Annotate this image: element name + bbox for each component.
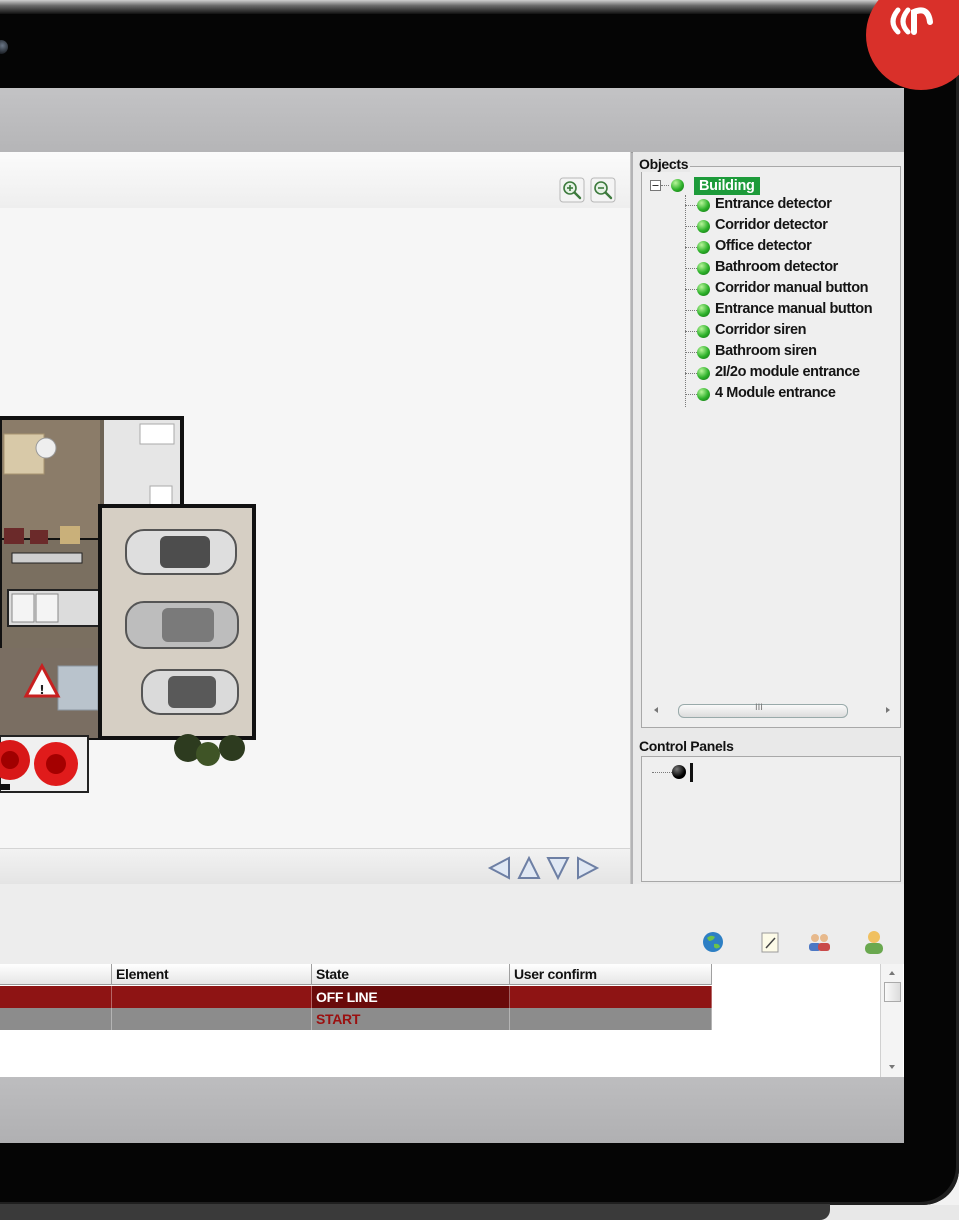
tree-item-4-module-entrance[interactable]: 4 Module entrance — [715, 385, 836, 401]
arrow-left-icon[interactable] — [487, 855, 513, 881]
map-navigation-bar — [0, 848, 630, 885]
status-ok-icon — [697, 325, 710, 338]
status-ok-icon — [697, 262, 710, 275]
tablet-bottom-edge — [0, 1204, 830, 1220]
table-cell-state: OFF LINE — [312, 986, 510, 1008]
control-panels-title: Control Panels — [637, 738, 736, 754]
objects-panel-title: Objects — [637, 156, 691, 172]
tree-item-bathroom-siren[interactable]: Bathroom siren — [715, 343, 817, 359]
tree-item-corridor-detector[interactable]: Corridor detector — [715, 217, 828, 233]
scrollbar-grip: III — [755, 703, 763, 713]
objects-horizontal-scrollbar[interactable]: III — [652, 701, 892, 719]
table-cell-element — [112, 1008, 312, 1030]
status-ok-icon — [697, 220, 710, 233]
status-ok-icon — [697, 346, 710, 359]
zoom-out-icon[interactable] — [590, 177, 616, 203]
table-header-user-confirm[interactable]: User confirm — [510, 964, 712, 985]
tree-connector — [661, 185, 669, 186]
table-row[interactable]: START — [0, 1008, 712, 1030]
zoom-in-icon[interactable] — [559, 177, 585, 203]
table-cell-element — [112, 986, 312, 1008]
table-header-element[interactable]: Element — [112, 964, 312, 985]
arrow-down-icon[interactable] — [545, 855, 571, 881]
status-ok-icon — [697, 283, 710, 296]
map-toolbar — [0, 152, 630, 209]
events-toolbar — [0, 884, 904, 964]
svg-text:!: ! — [39, 683, 44, 697]
status-ok-icon — [697, 388, 710, 401]
table-header-blank — [0, 964, 112, 985]
tree-item-corridor-manual-button[interactable]: Corridor manual button — [715, 280, 869, 296]
floor-plan-canvas[interactable]: ! — [0, 208, 630, 848]
table-header-state[interactable]: State — [312, 964, 510, 985]
events-vertical-scrollbar[interactable] — [880, 964, 903, 1077]
table-cell-state: START — [312, 1008, 510, 1030]
floor-plan-image: ! — [0, 416, 256, 793]
tree-item-office-detector[interactable]: Office detector — [715, 238, 812, 254]
status-ok-icon — [697, 199, 710, 212]
scroll-up-icon[interactable] — [888, 970, 896, 976]
map-view: ! — [0, 152, 631, 885]
status-ok-icon — [697, 367, 710, 380]
globe-icon[interactable] — [699, 928, 727, 956]
scroll-left-icon[interactable] — [652, 705, 660, 715]
status-ok-icon — [697, 241, 710, 254]
tree-item-2i2o-module-entrance[interactable]: 2I/2o module entrance — [715, 364, 860, 380]
tree-item-corridor-siren[interactable]: Corridor siren — [715, 322, 806, 338]
tree-item-entrance-manual-button[interactable]: Entrance manual button — [715, 301, 873, 317]
table-cell — [0, 986, 112, 1008]
users-icon[interactable] — [805, 928, 833, 956]
events-table: Element State User confirm OFF LINE STAR… — [0, 964, 904, 1077]
table-row[interactable]: OFF LINE — [0, 986, 712, 1008]
text-cursor — [690, 763, 693, 782]
events-panel: Element State User confirm OFF LINE STAR… — [0, 884, 904, 1077]
control-panel-icon[interactable] — [672, 765, 686, 779]
signal-waves-icon — [890, 7, 933, 35]
table-cell-user-confirm — [510, 1008, 712, 1030]
tablet-top-edge — [0, 0, 900, 14]
tree-root-building[interactable]: Building — [694, 177, 760, 195]
arrow-up-icon[interactable] — [516, 855, 542, 881]
status-ok-icon — [697, 304, 710, 317]
scroll-down-icon[interactable] — [888, 1064, 896, 1070]
edit-note-icon[interactable] — [756, 928, 784, 956]
control-panels-box — [641, 756, 901, 882]
side-panel: Building Entrance detector Corridor dete… — [633, 152, 904, 884]
status-ok-icon — [671, 179, 684, 192]
collapse-toggle-icon[interactable] — [650, 180, 661, 191]
objects-tree: Building Entrance detector Corridor dete… — [641, 166, 901, 728]
app-screen: ! Building Entrance detector Corridor de… — [0, 88, 904, 1143]
user-icon[interactable] — [860, 928, 888, 956]
tree-item-entrance-detector[interactable]: Entrance detector — [715, 196, 832, 212]
status-strip — [0, 1077, 904, 1143]
table-cell — [0, 1008, 112, 1030]
scroll-right-icon[interactable] — [884, 705, 892, 715]
scrollbar-thumb[interactable]: III — [678, 703, 848, 718]
scrollbar-thumb[interactable] — [884, 982, 901, 1002]
top-toolbar-panel — [0, 88, 904, 153]
arrow-right-icon[interactable] — [574, 855, 600, 881]
tree-item-bathroom-detector[interactable]: Bathroom detector — [715, 259, 838, 275]
table-cell-user-confirm — [510, 986, 712, 1008]
